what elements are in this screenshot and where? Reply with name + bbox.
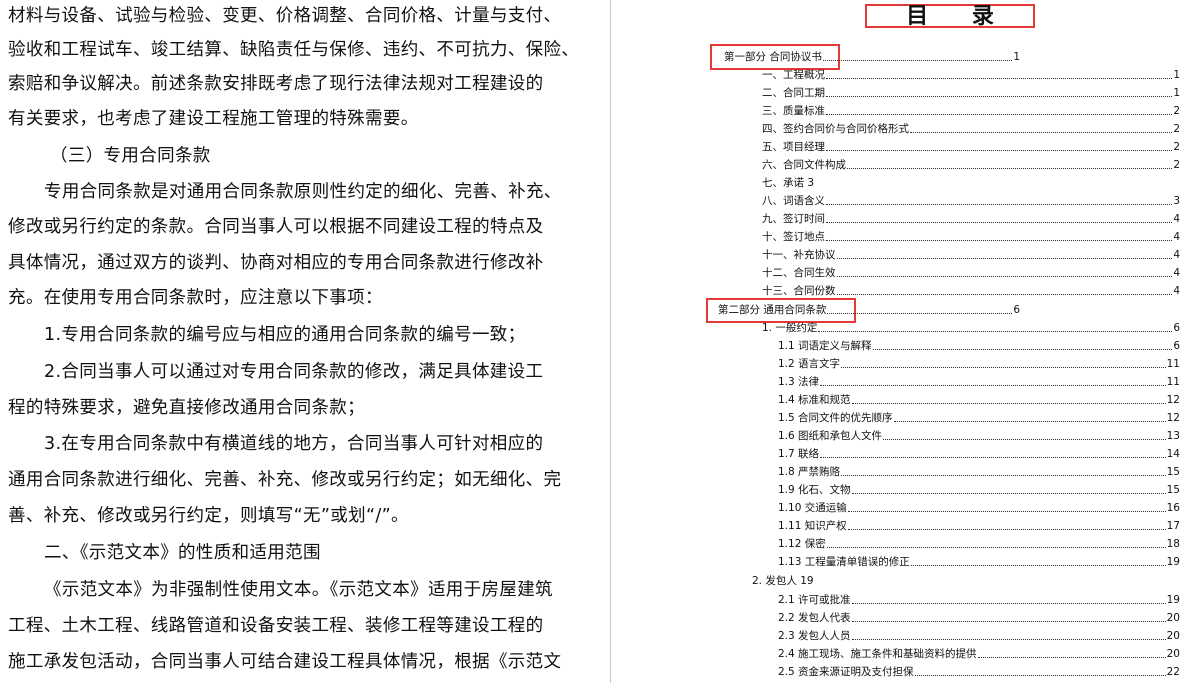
toc-entry[interactable]: 1.4 标准和规范 12 xyxy=(778,392,1180,408)
body-text-line: 2.合同当事人可以通过对专用合同条款的修改，满足具体建设工 xyxy=(44,362,544,382)
body-text-line: 验收和工程试车、竣工结算、缺陷责任与保修、违约、不可抗力、保险、 xyxy=(8,40,580,60)
body-text-line: 通用合同条款进行细化、完善、补充、修改或另行约定；如无细化、完 xyxy=(8,470,562,490)
toc-entry[interactable]: 1. 一般约定 6 xyxy=(762,320,1180,336)
body-text-line: 有关要求，也考虑了建设工程施工管理的特殊需要。 xyxy=(8,109,419,129)
body-text-line: 3.在专用合同条款中有横道线的地方，合同当事人可针对相应的 xyxy=(44,434,544,454)
toc-entry[interactable]: 三、质量标准 2 xyxy=(762,103,1180,119)
body-text-line: 《示范文本》为非强制性使用文本。《示范文本》适用于房屋建筑 xyxy=(44,580,553,600)
body-text-line: 工程、土木工程、线路管道和设备安装工程、装修工程等建设工程的 xyxy=(8,616,544,636)
toc-entry[interactable]: 2.1 许可或批准 19 xyxy=(778,592,1180,608)
body-text-line: 程的特殊要求，避免直接修改通用合同条款； xyxy=(8,398,365,418)
toc-entry[interactable]: 十二、合同生效 4 xyxy=(762,265,1180,281)
toc-entry[interactable]: 1.3 法律 11 xyxy=(778,374,1180,390)
toc-entry[interactable]: 1.7 联络 14 xyxy=(778,446,1180,462)
toc-entry[interactable]: 2. 发包人 19 xyxy=(752,573,1180,589)
toc-entry[interactable]: 2.3 发包人人员 20 xyxy=(778,628,1180,644)
toc-entry-part-two[interactable]: 第二部分 通用合同条款 6 xyxy=(718,302,1020,318)
body-text-line: 专用合同条款是对通用合同条款原则性约定的细化、完善、补充、 xyxy=(44,182,562,202)
toc-entry[interactable]: 十一、补充协议 4 xyxy=(762,247,1180,263)
body-text-line: 施工承发包活动，合同当事人可结合建设工程具体情况，根据《示范文 xyxy=(8,652,562,672)
toc-entry[interactable]: 2.4 施工现场、施工条件和基础资料的提供 20 xyxy=(778,646,1180,662)
toc-entry[interactable]: 九、签订时间 4 xyxy=(762,211,1180,227)
toc-entry[interactable]: 1.11 知识产权 17 xyxy=(778,518,1180,534)
toc-entry[interactable]: 1.5 合同文件的优先顺序 12 xyxy=(778,410,1180,426)
page-divider xyxy=(610,0,611,683)
toc-entry[interactable]: 1.9 化石、文物 15 xyxy=(778,482,1180,498)
left-document-page: 材料与设备、试验与检验、变更、价格调整、合同价格、计量与支付、 验收和工程试车、… xyxy=(0,0,600,683)
toc-entry[interactable]: 2.2 发包人代表 20 xyxy=(778,610,1180,626)
toc-entry[interactable]: 五、项目经理 2 xyxy=(762,139,1180,155)
body-text-line: 材料与设备、试验与检验、变更、价格调整、合同价格、计量与支付、 xyxy=(8,6,562,26)
toc-entry[interactable]: 1.6 图纸和承包人文件 13 xyxy=(778,428,1180,444)
toc-entry[interactable]: 1.8 严禁贿赂 15 xyxy=(778,464,1180,480)
toc-entry[interactable]: 七、承诺 3 xyxy=(762,175,1180,191)
body-text-line: 充。在使用专用合同条款时，应注意以下事项： xyxy=(8,288,383,308)
body-text-line: 善、补充、修改或另行约定，则填写“无”或划“/”。 xyxy=(8,506,409,526)
toc-entry[interactable]: 六、合同文件构成 2 xyxy=(762,157,1180,173)
toc-entry[interactable]: 2.5 资金来源证明及支付担保 22 xyxy=(778,664,1180,680)
body-text-line: 具体情况，通过双方的谈判、协商对相应的专用合同条款进行修改补 xyxy=(8,253,544,273)
toc-entry[interactable]: 一、工程概况 1 xyxy=(762,67,1180,83)
section-heading: （三）专用合同条款 xyxy=(50,146,211,166)
section-heading: 二、《示范文本》的性质和适用范围 xyxy=(44,543,321,563)
body-text-line: 1.专用合同条款的编号应与相应的通用合同条款的编号一致； xyxy=(44,325,526,345)
toc-entry[interactable]: 十、签订地点 4 xyxy=(762,229,1180,245)
toc-entry[interactable]: 1.13 工程量清单错误的修正 19 xyxy=(778,554,1180,570)
body-text-line: 修改或另行约定的条款。合同当事人可以根据不同建设工程的特点及 xyxy=(8,217,544,237)
body-text-line: 索赔和争议解决。前述条款安排既考虑了现行法律法规对工程建设的 xyxy=(8,74,544,94)
toc-title: 目 录 xyxy=(865,4,1035,28)
toc-entry[interactable]: 1.12 保密 18 xyxy=(778,536,1180,552)
toc-entry[interactable]: 二、合同工期 1 xyxy=(762,85,1180,101)
toc-entry-part-one[interactable]: 第一部分 合同协议书 1 xyxy=(724,49,1020,65)
toc-entry[interactable]: 十三、合同份数 4 xyxy=(762,283,1180,299)
toc-entry[interactable]: 1.10 交通运输 16 xyxy=(778,500,1180,516)
toc-page: 目 录 第一部分 合同协议书 1 一、工程概况 1 二、合同工期 1 三、质量标准 2 … xyxy=(612,0,1192,683)
toc-entry[interactable]: 八、词语含义 3 xyxy=(762,193,1180,209)
toc-entry[interactable]: 1.2 语言文字 11 xyxy=(778,356,1180,372)
toc-entry[interactable]: 四、签约合同价与合同价格形式 2 xyxy=(762,121,1180,137)
toc-entry[interactable]: 1.1 词语定义与解释 6 xyxy=(778,338,1180,354)
